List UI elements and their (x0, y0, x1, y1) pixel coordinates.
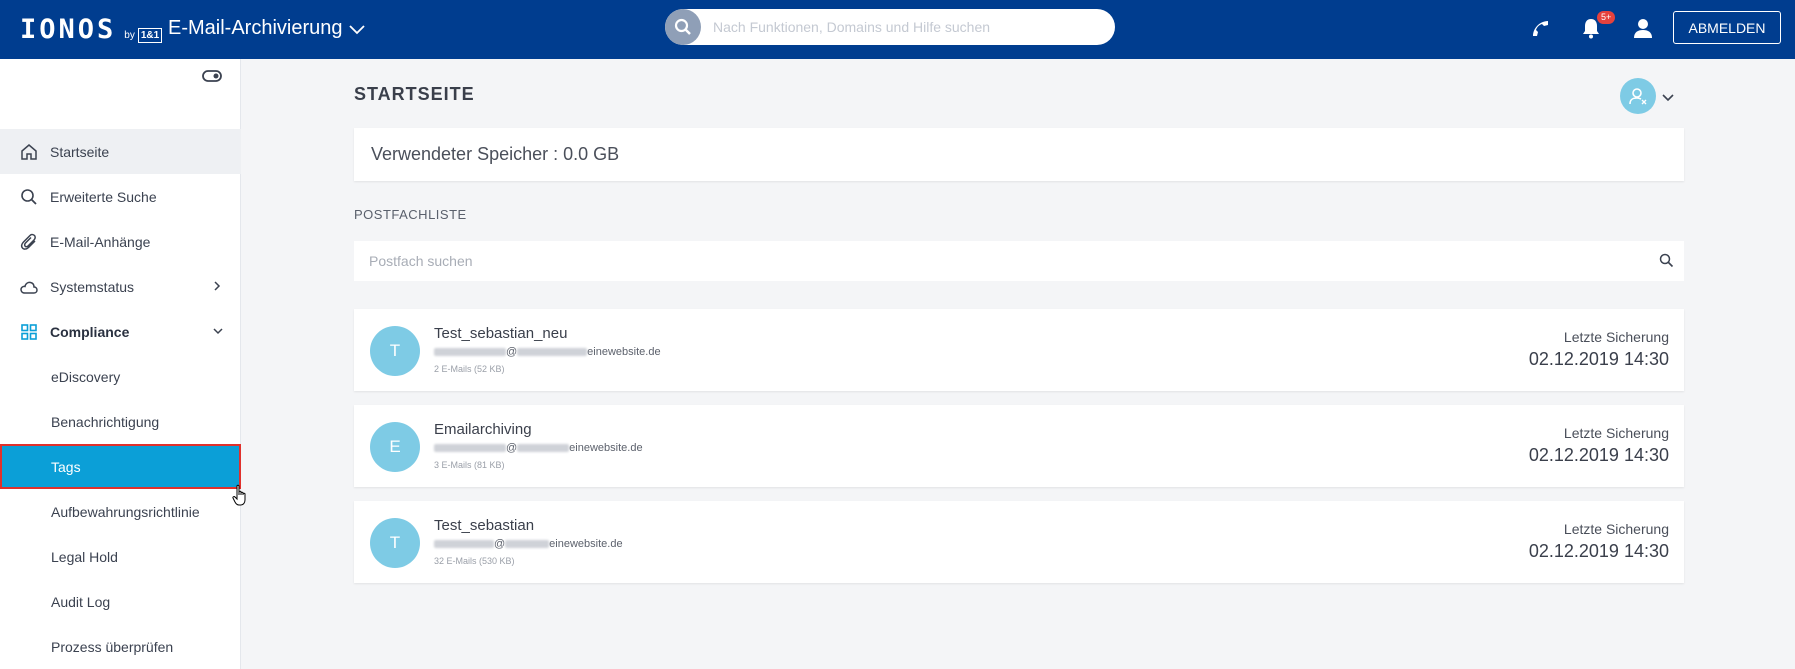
mailbox-avatar: T (370, 518, 420, 568)
mailbox-domain: einewebsite.de (549, 538, 623, 550)
sidebar-item-startseite[interactable]: Startseite (0, 129, 241, 174)
mailbox-name: Test_sebastian (434, 517, 535, 534)
mailbox-avatar: T (370, 326, 420, 376)
mailbox-avatar: E (370, 422, 420, 472)
profile-avatar[interactable] (1620, 78, 1656, 114)
logout-button[interactable]: ABMELDEN (1673, 11, 1781, 44)
logo-brand: 1&1 (137, 28, 163, 43)
phone-icon[interactable] (1526, 14, 1554, 42)
hand-cursor-icon (232, 484, 250, 513)
mailbox-item[interactable]: E Emailarchiving @ einewebsite.de 3 E-Mai… (354, 405, 1684, 487)
mailbox-list-heading: POSTFACHLISTE (354, 207, 467, 222)
sidebar-subitem-label: Legal Hold (51, 548, 118, 565)
storage-usage-text: Verwendeter Speicher : 0.0 GB (371, 144, 620, 164)
mailbox-name: Emailarchiving (434, 421, 532, 438)
sidebar-subitem-label: eDiscovery (51, 368, 121, 385)
sidebar-subitem-prozess-ueberpruefen[interactable]: Prozess überprüfen (0, 624, 241, 669)
cloud-icon (20, 278, 38, 296)
last-backup-date: 02.12.2019 14:30 (1528, 349, 1669, 369)
sidebar-subitem-aufbewahrungsrichtlinie[interactable]: Aufbewahrungsrichtlinie (0, 489, 241, 534)
sidebar-subitem-benachrichtigung[interactable]: Benachrichtigung (0, 399, 241, 444)
home-icon (20, 143, 38, 161)
chevron-down-icon (348, 18, 365, 41)
redacted-text (434, 348, 506, 356)
mailbox-email-count: 32 E-Mails (530 KB) (434, 556, 515, 566)
storage-usage-card: Verwendeter Speicher : 0.0 GB (354, 128, 1684, 181)
logo-text: IONOS (20, 14, 117, 45)
sidebar-subitem-tags[interactable]: Tags (0, 444, 241, 489)
mailbox-address: @ einewebsite.de (434, 442, 643, 454)
top-bar: IONOS by 1&1 E-Mail-Archivierung 5+ ABME… (0, 0, 1795, 59)
mailbox-domain: einewebsite.de (587, 346, 661, 358)
sidebar-item-label: Compliance (50, 323, 130, 340)
sidebar-subitem-label: Tags (51, 458, 81, 475)
last-backup-date: 02.12.2019 14:30 (1528, 445, 1669, 465)
redacted-text (517, 444, 570, 452)
mailbox-email-count: 3 E-Mails (81 KB) (434, 460, 505, 470)
last-backup-label: Letzte Sicherung (1563, 521, 1669, 537)
sidebar-subitem-legal-hold[interactable]: Legal Hold (0, 534, 241, 579)
redacted-text (434, 444, 506, 452)
app-title: E-Mail-Archivierung (168, 17, 343, 39)
mailbox-address: @ einewebsite.de (434, 346, 661, 358)
redacted-text (505, 540, 550, 548)
page-title: STARTSEITE (354, 84, 475, 104)
sidebar-toggle-icon[interactable] (202, 69, 222, 88)
mailbox-item[interactable]: T Test_sebastian @ einewebsite.de 32 E-Ma… (354, 501, 1684, 583)
sidebar-item-label: Startseite (50, 143, 110, 160)
last-backup-date: 02.12.2019 14:30 (1528, 541, 1669, 561)
sidebar-item-label: E-Mail-Anhänge (50, 233, 151, 250)
ionos-logo[interactable]: IONOS by 1&1 (20, 14, 163, 45)
mailbox-search (354, 241, 1684, 281)
global-search (665, 9, 1115, 45)
chevron-right-icon (212, 279, 222, 296)
mailbox-domain: einewebsite.de (569, 442, 643, 454)
notification-badge: 5+ (1597, 11, 1616, 24)
grid-icon (20, 323, 38, 341)
user-icon[interactable] (1629, 14, 1657, 42)
mailbox-item[interactable]: T Test_sebastian_neu @ einewebsite.de 2 E… (354, 309, 1684, 391)
sidebar-subitem-label: Aufbewahrungsrichtlinie (51, 503, 200, 520)
mailbox-name: Test_sebastian_neu (434, 325, 568, 342)
redacted-text (517, 348, 588, 356)
sidebar-item-systemstatus[interactable]: Systemstatus (0, 264, 241, 309)
sidebar-item-erweiterte-suche[interactable]: Erweiterte Suche (0, 174, 241, 219)
sidebar-item-label: Systemstatus (50, 278, 135, 295)
sidebar-item-compliance[interactable]: Compliance (0, 309, 241, 354)
chevron-down-icon[interactable] (1662, 90, 1674, 108)
sidebar-item-label: Erweiterte Suche (50, 188, 157, 205)
sidebar-subitem-audit-log[interactable]: Audit Log (0, 579, 241, 624)
search-icon[interactable] (665, 9, 701, 45)
redacted-text (434, 540, 494, 548)
sidebar-subitem-ediscovery[interactable]: eDiscovery (0, 354, 241, 399)
sidebar-subitem-label: Prozess überprüfen (51, 638, 174, 655)
mailbox-email-count: 2 E-Mails (52 KB) (434, 364, 505, 374)
app-switcher[interactable]: E-Mail-Archivierung (168, 16, 365, 41)
global-search-input[interactable] (713, 19, 1093, 35)
last-backup-label: Letzte Sicherung (1563, 329, 1669, 345)
sidebar-subitem-label: Benachrichtigung (51, 413, 160, 430)
chevron-down-icon (212, 324, 224, 340)
paperclip-icon (20, 233, 38, 251)
search-icon (20, 188, 38, 206)
last-backup-label: Letzte Sicherung (1563, 425, 1669, 441)
search-icon[interactable] (1659, 253, 1674, 273)
mailbox-address: @ einewebsite.de (434, 538, 623, 550)
mailbox-search-input[interactable] (369, 253, 1639, 269)
sidebar-item-email-anhaenge[interactable]: E-Mail-Anhänge (0, 219, 241, 264)
sidebar-subitem-label: Audit Log (51, 593, 111, 610)
sidebar: Startseite Erweiterte Suche E-Mail-Anhän… (0, 59, 241, 669)
logo-by: by (124, 30, 135, 41)
